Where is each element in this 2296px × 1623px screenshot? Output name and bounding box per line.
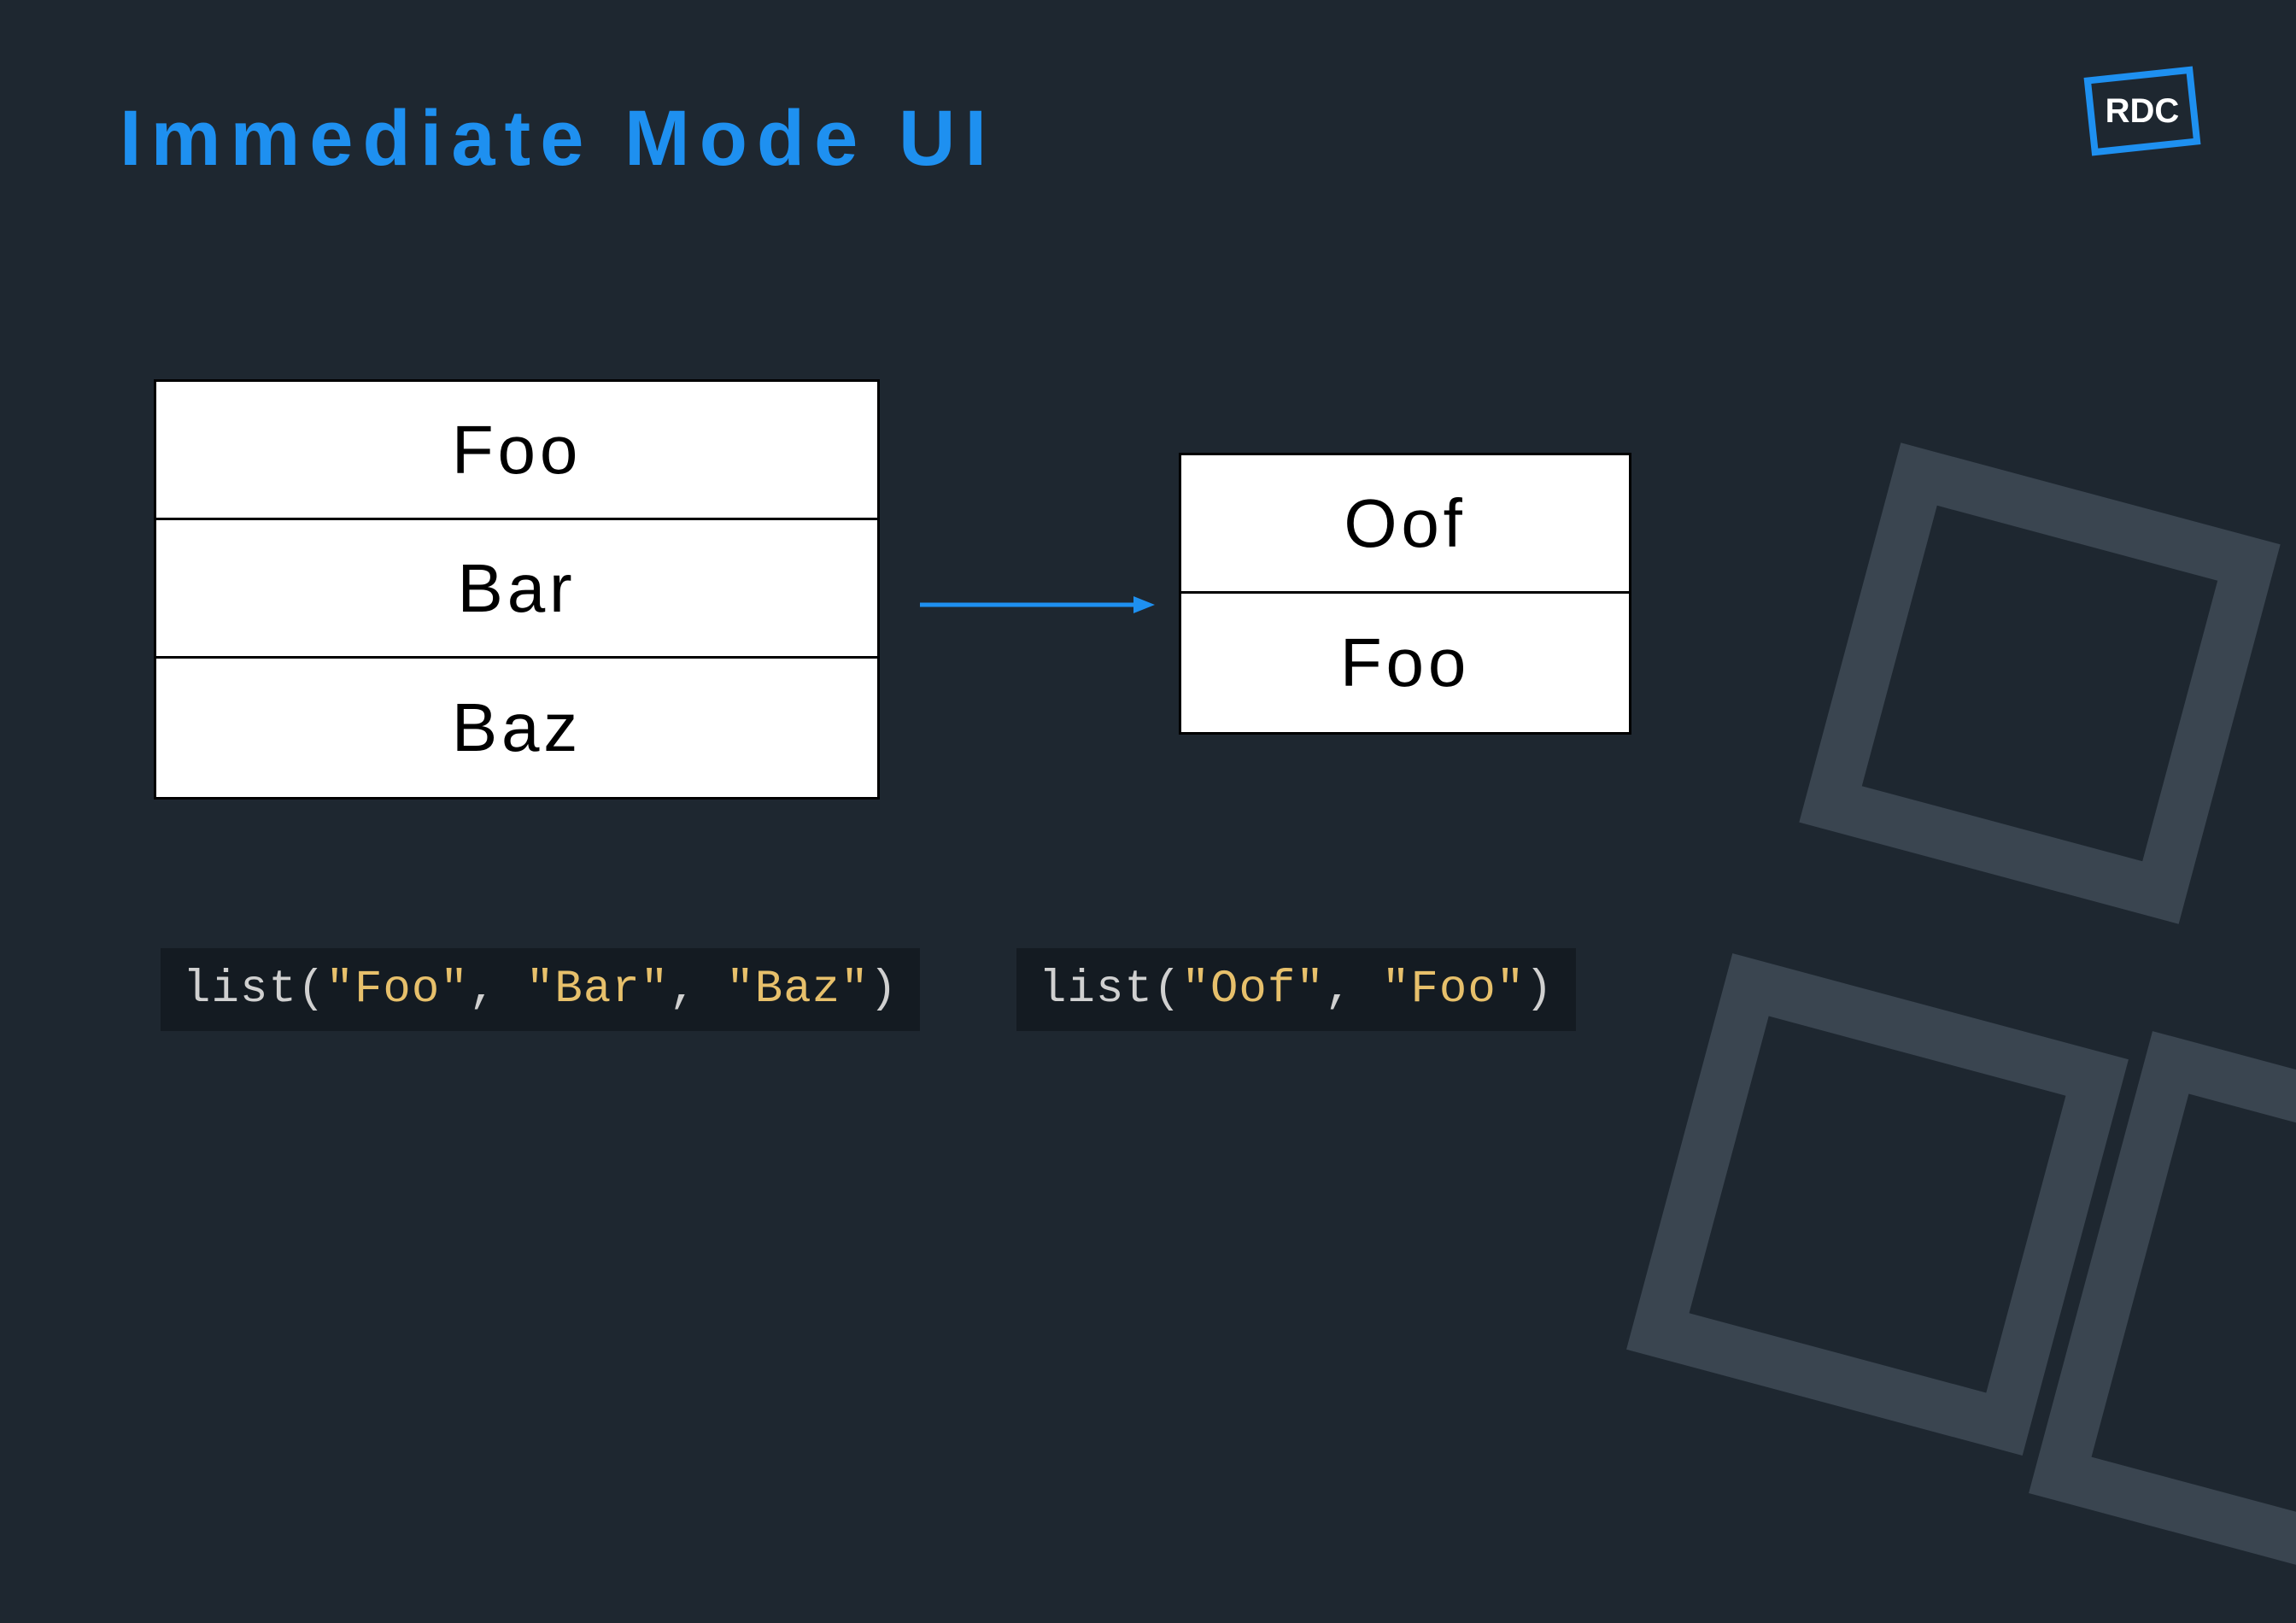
left-list-box: Foo Bar Baz — [154, 379, 880, 800]
list-item: Oof — [1181, 455, 1629, 594]
rdc-logo: RDC — [2074, 60, 2211, 162]
code-snippet-right: list("Oof", "Foo") — [1016, 948, 1576, 1031]
svg-text:RDC: RDC — [2106, 92, 2180, 130]
list-item: Bar — [156, 520, 877, 659]
arrow-icon — [916, 588, 1155, 622]
list-item: Foo — [1181, 594, 1629, 732]
slide-title: Immediate Mode UI — [120, 94, 996, 184]
list-item: Foo — [156, 382, 877, 520]
code-snippet-left: list("Foo", "Bar", "Baz") — [161, 948, 920, 1031]
list-item: Baz — [156, 659, 877, 797]
right-list-box: Oof Foo — [1179, 453, 1631, 735]
